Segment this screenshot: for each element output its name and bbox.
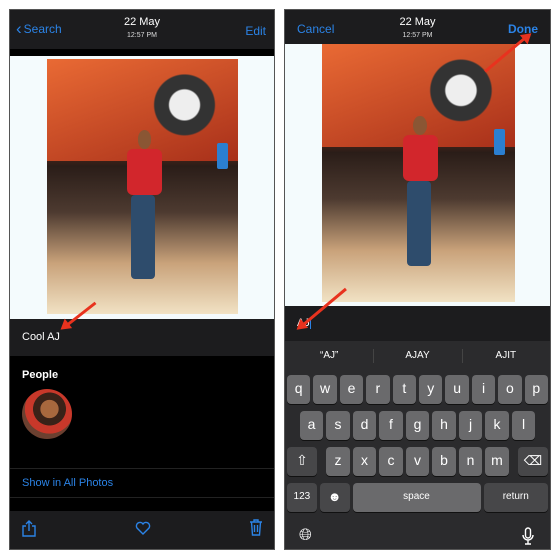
letter-key[interactable]: p xyxy=(524,375,549,404)
letter-key[interactable]: m xyxy=(485,447,509,476)
letter-key[interactable]: k xyxy=(485,411,509,440)
letter-key[interactable]: y xyxy=(419,375,443,404)
share-icon[interactable] xyxy=(22,520,36,537)
letter-key[interactable]: j xyxy=(458,411,483,440)
photo-area xyxy=(285,44,550,306)
suggestion-bar: “AJ” AJAY AJIT xyxy=(285,341,550,371)
space-key[interactable]: space xyxy=(352,483,481,512)
photo[interactable] xyxy=(322,44,515,302)
nav-time: 12:57 PM xyxy=(127,32,157,39)
nav-date: 22 May xyxy=(123,16,161,28)
photo-area xyxy=(10,56,274,319)
letter-key[interactable]: t xyxy=(392,375,416,404)
letter-key[interactable]: z xyxy=(326,447,350,476)
letter-key[interactable]: w xyxy=(313,375,337,404)
person-avatar[interactable] xyxy=(22,389,72,439)
letter-key[interactable]: g xyxy=(405,411,430,440)
edit-caption-screen: Cancel 22 May 12:57 PM Done AJ “AJ” AJAY… xyxy=(284,9,551,550)
numbers-key[interactable]: 123 xyxy=(287,483,317,512)
trash-icon[interactable] xyxy=(249,519,263,536)
key-row-4: 123 ☻ space return xyxy=(287,483,548,512)
photo-info-screen: ‹ Search 22 May 12:57 PM Edit Cool AJ Pe… xyxy=(9,9,275,550)
photo[interactable] xyxy=(47,59,238,314)
caption-input[interactable]: AJ xyxy=(285,306,550,341)
letter-key[interactable]: h xyxy=(432,411,456,440)
show-in-all-photos-link[interactable]: Show in All Photos xyxy=(10,468,274,498)
letter-key[interactable]: e xyxy=(339,375,364,404)
shift-key[interactable]: ⇧ xyxy=(287,447,317,476)
edit-button[interactable]: Edit xyxy=(245,24,266,38)
emoji-key[interactable]: ☻ xyxy=(319,483,350,512)
letter-key[interactable]: c xyxy=(379,447,403,476)
key-row-2: asdfghjkl xyxy=(287,411,548,440)
suggestion-item[interactable]: AJIT xyxy=(461,341,550,371)
letter-key[interactable]: r xyxy=(366,375,390,404)
letter-key[interactable]: u xyxy=(445,375,469,404)
letter-key[interactable]: l xyxy=(511,411,536,440)
letter-key[interactable]: d xyxy=(352,411,377,440)
microphone-icon[interactable] xyxy=(522,527,534,545)
globe-icon[interactable]: 🌐︎ xyxy=(299,527,312,545)
nav-bar: Cancel 22 May 12:57 PM Done xyxy=(285,10,550,44)
letter-key[interactable]: s xyxy=(326,411,350,440)
letter-key[interactable]: o xyxy=(498,375,522,404)
letter-key[interactable]: f xyxy=(379,411,403,440)
letter-key[interactable]: x xyxy=(352,447,377,476)
keyboard: “AJ” AJAY AJIT qwertyuiop asdfghjkl ⇧ zx… xyxy=(285,341,550,549)
return-key[interactable]: return xyxy=(483,483,548,512)
backspace-key[interactable]: ⌫ xyxy=(518,447,548,476)
letter-key[interactable]: v xyxy=(405,447,430,476)
letter-key[interactable]: b xyxy=(432,447,456,476)
letter-key[interactable]: n xyxy=(458,447,483,476)
key-row-3: ⇧ zxcvbnm ⌫ xyxy=(287,447,548,476)
people-heading: People xyxy=(22,369,59,381)
suggestion-item[interactable]: AJAY xyxy=(373,341,461,371)
nav-bar: ‹ Search 22 May 12:57 PM Edit xyxy=(10,10,274,49)
key-row-1: qwertyuiop xyxy=(286,375,549,404)
caption-field[interactable]: Cool AJ xyxy=(10,319,274,356)
letter-key[interactable]: a xyxy=(299,411,324,440)
suggestion-item[interactable]: “AJ” xyxy=(285,341,373,371)
letter-key[interactable]: q xyxy=(286,375,311,404)
letter-key[interactable]: i xyxy=(471,375,496,404)
heart-icon[interactable] xyxy=(135,521,151,535)
toolbar xyxy=(10,511,274,549)
